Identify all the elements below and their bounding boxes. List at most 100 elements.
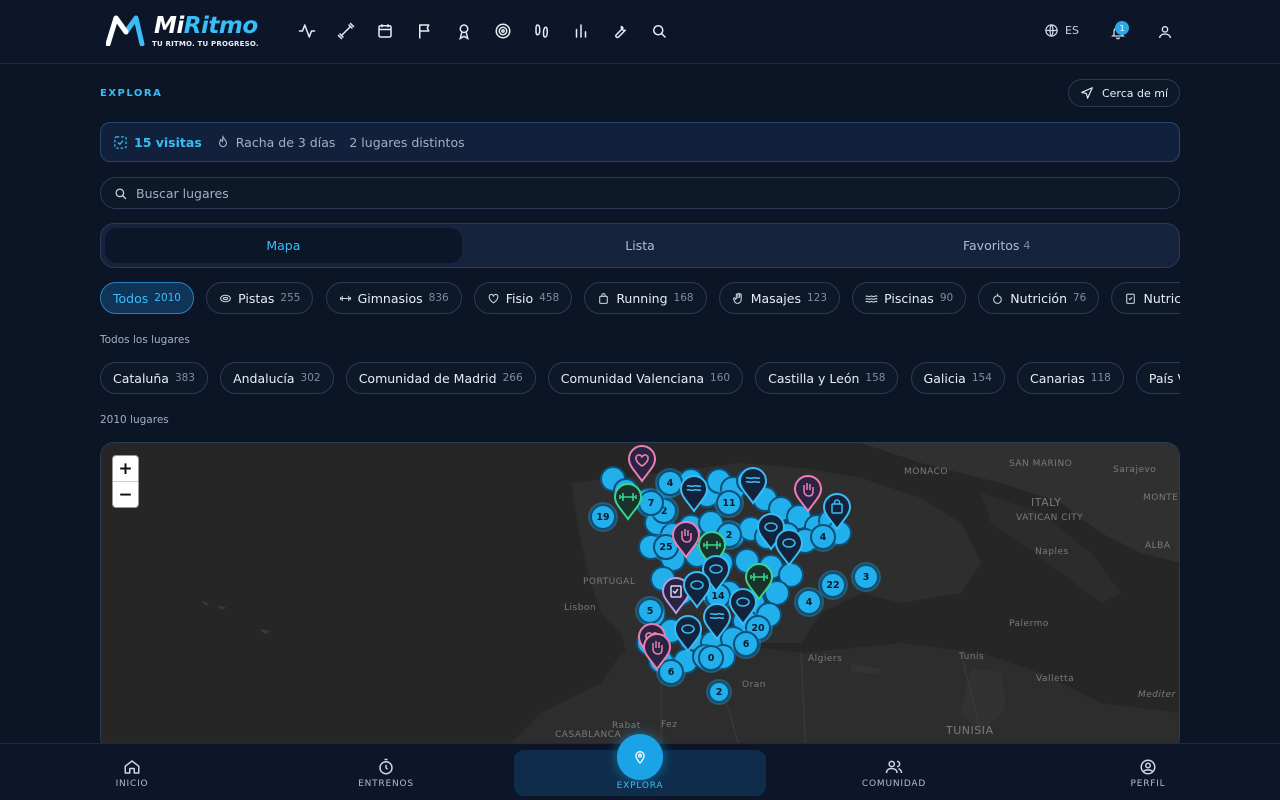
gym-pin-icon[interactable] [613,483,643,521]
bottom-nav-community[interactable]: COMUNIDAD [834,758,954,789]
tab-favorites[interactable]: Favoritos 4 [818,228,1175,263]
user-icon[interactable] [1157,24,1173,40]
region-chip[interactable]: Cataluña 383 [100,362,208,394]
target-icon[interactable] [494,22,512,40]
wrench-icon[interactable] [611,22,629,40]
search-bar [100,177,1180,209]
region-chip[interactable]: Comunidad Valenciana 160 [547,362,744,394]
waves-icon [865,294,878,303]
award-icon[interactable] [455,22,473,40]
bottom-nav-label: PERFIL [1130,779,1166,789]
flame-icon [218,135,227,148]
navigation-icon [1081,87,1093,99]
logo-tagline: TU RITMO. TU PROGRESO. [152,40,259,48]
category-filters: Todos 2010 Pistas 255 Gimnasios 836 Fisio 45… [100,282,1180,316]
category-chip-massage[interactable]: Masajes 123 [718,282,841,314]
bottom-navigation: INICIO ENTRENOS EXPLORA COMUNIDAD PERFIL [0,734,1280,800]
track-pin-icon[interactable] [673,615,703,653]
home-icon [124,760,140,774]
shopping-bag-icon [599,292,609,304]
bottom-nav-label: INICIO [115,779,149,789]
calendar-icon[interactable] [376,22,394,40]
places-stat: 2 lugares distintos [349,134,465,150]
marker-cluster[interactable]: 3 [853,564,879,590]
user-circle-icon [1140,759,1156,775]
region-chip[interactable]: Galicia 154 [910,362,1005,394]
globe-icon [1045,24,1058,37]
massage-pin-icon[interactable] [642,633,672,671]
region-chip[interactable]: Canarias 118 [1017,362,1124,394]
marker-cluster[interactable]: 22 [820,572,846,598]
results-count: 2010 lugares [100,414,169,426]
search-input[interactable] [136,185,1036,201]
marker-cluster[interactable]: 4 [796,589,822,615]
visit-stats-bar: 15 visitas Racha de 3 días 2 lugares dis… [100,122,1180,162]
section-label: EXPLORA [100,88,163,99]
map-zoom-control: + − [112,455,139,508]
dumbbell-icon [339,295,351,301]
activity-icon[interactable] [298,22,316,40]
logo-mark-icon [106,15,145,46]
massage-pin-icon[interactable] [793,475,823,513]
track-icon [220,294,232,302]
zoom-out-button[interactable]: − [113,482,138,508]
pool-pin-icon[interactable] [738,467,768,505]
top-header: MiRitmo TU RITMO. TU PROGRESO. ES 1 [0,0,1280,64]
language-code: ES [1065,24,1079,37]
heart-pulse-icon [488,293,499,303]
search-icon[interactable] [650,22,668,40]
search-icon [115,188,127,199]
marker-cluster[interactable]: 5 [637,598,663,624]
category-chip-physio[interactable]: Fisio 458 [473,282,573,314]
running-pin-icon[interactable] [822,493,852,531]
tab-list[interactable]: Lista [462,228,819,263]
zoom-in-button[interactable]: + [113,456,138,482]
category-chip-running[interactable]: Running 168 [584,282,707,314]
category-chip-tracks[interactable]: Pistas 255 [206,282,314,314]
logo[interactable]: MiRitmo TU RITMO. TU PROGRESO. [106,12,266,52]
bottom-nav-label: ENTRENOS [358,779,414,789]
near-me-label: Cerca de mí [1101,86,1169,100]
bar-chart-icon[interactable] [572,22,590,40]
hand-icon [732,292,742,304]
region-chip[interactable]: Andalucía 302 [220,362,334,394]
visits-stat: 15 visitas [113,135,202,150]
pool-pin-icon[interactable] [702,603,732,641]
track-pin-icon[interactable] [774,529,804,567]
flag-icon[interactable] [416,22,434,40]
bottom-nav-profile[interactable]: PERFIL [1088,758,1208,789]
footprints-icon[interactable] [533,22,551,40]
region-chip[interactable]: Castilla y León 158 [755,362,899,394]
bottom-nav-label: COMUNIDAD [861,779,927,789]
category-chip-gyms[interactable]: Gimnasios 836 [325,282,462,314]
stopwatch-icon [379,758,393,775]
tab-map[interactable]: Mapa [105,228,462,263]
category-chip-pools[interactable]: Piscinas 90 [852,282,967,314]
region-chip[interactable]: País Vasco98 [1135,362,1180,394]
track-pin-icon[interactable] [728,588,758,626]
category-chip-all[interactable]: Todos 2010 [100,282,194,314]
check-square-icon [114,135,127,149]
bottom-nav-explore-label: EXPLORA [616,781,664,791]
view-tabs: Mapa Lista Favoritos 4 [100,223,1180,268]
notification-badge: 1 [1115,21,1129,35]
map-view[interactable]: MONACO SAN MARINO Sarajevo ITALY VATICAN… [100,442,1180,752]
users-icon [885,760,903,774]
physio-pin-icon[interactable] [627,445,657,483]
marker-cluster[interactable]: 2 [708,681,730,703]
category-chip-nutritionists[interactable]: Nutricionistas5 [1111,282,1180,314]
streak-stat: Racha de 3 días [216,135,335,150]
map-pin-icon [635,751,645,764]
language-selector[interactable]: ES [1044,23,1079,38]
bottom-nav-explore[interactable] [617,734,663,780]
category-chip-nutrition[interactable]: Nutrición 76 [978,282,1100,314]
near-me-button[interactable]: Cerca de mí [1068,79,1180,107]
pool-pin-icon[interactable] [679,475,709,513]
apple-icon [993,293,1003,304]
region-chip[interactable]: Comunidad de Madrid 266 [345,362,536,394]
bottom-nav-home[interactable]: INICIO [72,758,192,789]
marker-cluster[interactable]: 6 [733,631,759,657]
bottom-nav-workouts[interactable]: ENTRENOS [326,758,446,789]
dumbbell-icon[interactable] [337,22,355,40]
logo-text: MiRitmo [154,13,258,39]
